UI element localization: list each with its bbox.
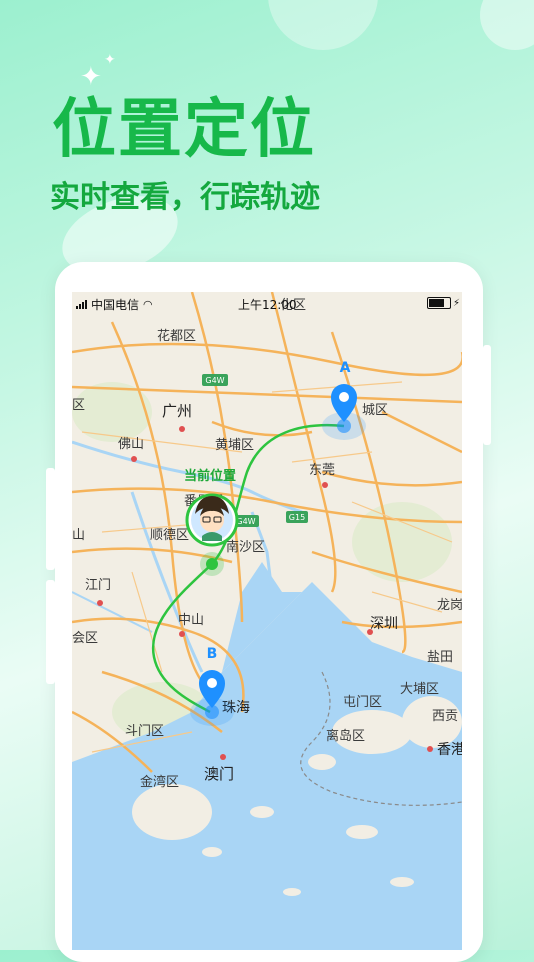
sparkle-icon: ✦ [104,52,116,68]
place-label: 盐田 [427,650,453,665]
place-label: 花都区 [157,328,196,344]
charging-icon: ⚡ [452,297,460,309]
decor-bubble [480,0,534,50]
battery-icon [426,297,451,309]
phone-screen: G4W G4W G15 花都区 化区 区 广州 城区 佛山 黄埔区 东莞 番禺区… [72,292,462,950]
place-label: 中山 [178,613,204,628]
place-label: 东莞 [309,463,335,478]
wifi-icon: ◠ [143,298,153,311]
place-label: 澳门 [204,765,234,783]
phone-side-button [46,580,55,684]
marker-b-label: B [207,646,218,662]
decor-bubble [268,0,378,50]
place-label: 区 [72,398,85,413]
road-shield: G4W [202,374,228,386]
svg-text:G4W: G4W [205,376,224,385]
phone-side-button [483,345,491,445]
place-label: 大埔区 [400,682,439,697]
place-label: 斗门区 [125,724,164,739]
status-time: 上午12:00 [238,298,297,312]
place-label: 深圳 [370,616,398,632]
place-label: 西贡 [432,709,458,724]
road-shield: G15 [286,511,308,523]
place-label: 龙岗 [437,598,462,613]
current-location-label: 当前位置 [184,468,236,484]
place-label: 江门 [85,578,111,593]
status-bar: 中国电信 ◠ 上午12:00 ⚡ [72,292,462,314]
place-label: 广州 [162,402,192,420]
phone-side-button [46,468,55,570]
marker-a-label: A [340,360,351,376]
map-view[interactable]: G4W G4W G15 花都区 化区 区 广州 城区 佛山 黄埔区 东莞 番禺区… [72,292,462,950]
place-label: 城区 [362,403,388,418]
place-label: 佛山 [118,437,144,452]
place-label: 会区 [72,631,98,646]
place-label: 顺德区 [150,528,189,543]
place-label: 南沙区 [226,539,265,555]
carrier-name: 中国电信 [91,298,140,312]
signal-icon [76,300,87,309]
place-label: 金湾区 [140,774,179,790]
place-label: 屯门区 [343,695,382,710]
place-label: 黄埔区 [215,438,254,453]
place-label: 山 [72,528,85,543]
svg-text:G15: G15 [289,513,305,522]
promo-subtitle: 实时查看，行踪轨迹 [50,180,320,215]
svg-text:G4W: G4W [236,517,255,526]
promo-title: 位置定位 [52,93,316,167]
place-label: 离岛区 [326,728,365,744]
place-label: 香港 [437,742,462,758]
